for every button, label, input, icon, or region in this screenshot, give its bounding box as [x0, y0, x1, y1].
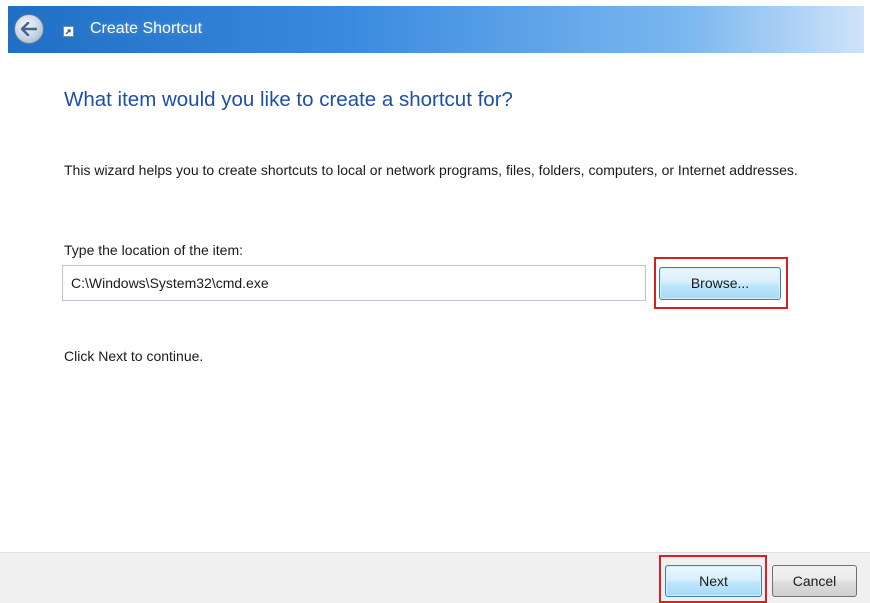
shortcut-icon: [63, 26, 74, 37]
window-title: Create Shortcut: [90, 20, 203, 37]
title-bar: Create Shortcut: [8, 6, 864, 53]
page-title: What item would you like to create a sho…: [64, 88, 513, 111]
cancel-button[interactable]: Cancel: [772, 565, 857, 597]
back-arrow-icon: [21, 22, 37, 36]
back-button[interactable]: [14, 14, 44, 44]
next-button[interactable]: Next: [665, 565, 762, 597]
location-input[interactable]: [62, 265, 646, 301]
create-shortcut-window: Create Shortcut What item would you like…: [0, 0, 870, 603]
wizard-description: This wizard helps you to create shortcut…: [64, 162, 798, 178]
location-label: Type the location of the item:: [64, 242, 243, 258]
continue-hint: Click Next to continue.: [64, 348, 204, 364]
browse-button[interactable]: Browse...: [659, 267, 781, 300]
